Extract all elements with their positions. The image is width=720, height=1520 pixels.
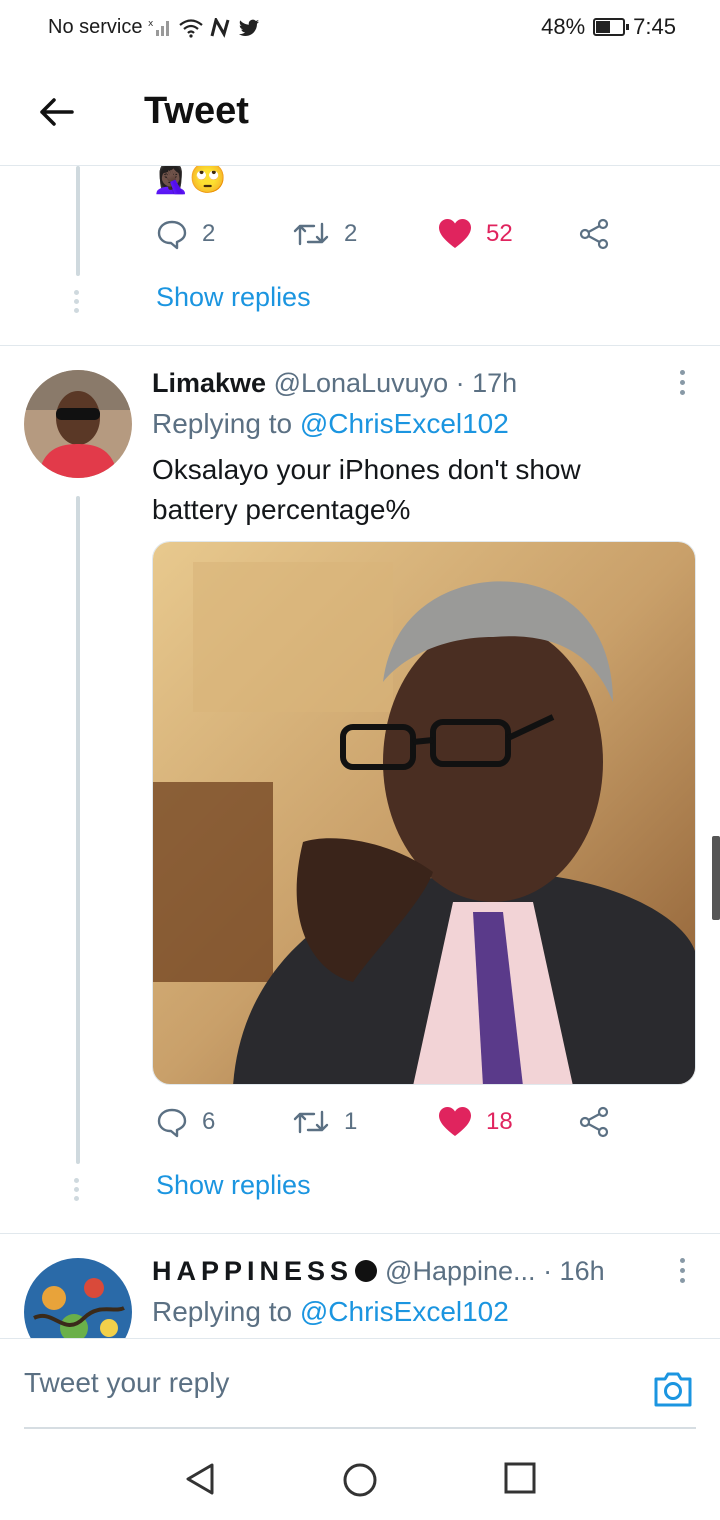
retweet-count: 1 — [344, 1108, 358, 1135]
status-left: No service x — [48, 16, 260, 39]
share-icon — [579, 218, 609, 250]
author-handle[interactable]: @Happine... — [385, 1256, 536, 1286]
retweet-icon — [293, 1110, 329, 1134]
reply-button[interactable]: 6 — [156, 1106, 215, 1138]
retweet-button[interactable]: 1 — [292, 1106, 357, 1138]
share-icon — [579, 1106, 609, 1138]
reply-icon — [157, 220, 187, 250]
tweet-author-line: Limakwe @LonaLuvuyo · 17h — [152, 368, 517, 399]
scrollbar[interactable] — [712, 836, 720, 920]
retweet-count: 2 — [344, 220, 358, 247]
tweet-author-line: HAPPINESS @Happine... · 16h — [152, 1256, 605, 1287]
reply-icon — [157, 1108, 187, 1138]
retweet-button[interactable]: 2 — [292, 218, 357, 250]
back-arrow-icon[interactable] — [34, 90, 78, 134]
tweet-text: Oksalayo your iPhones don't show battery… — [152, 454, 581, 525]
reply-button[interactable]: 2 — [156, 218, 215, 250]
like-count: 52 — [486, 220, 513, 247]
share-button[interactable] — [578, 218, 610, 250]
carrier-label: No service — [48, 16, 143, 38]
nav-back-icon[interactable] — [184, 1462, 216, 1496]
camera-icon[interactable] — [652, 1369, 694, 1409]
svg-text:x: x — [148, 19, 154, 29]
heart-filled-icon — [439, 1107, 471, 1136]
mention-link[interactable]: @ChrisExcel102 — [300, 408, 509, 439]
retweet-icon — [293, 222, 329, 246]
tweet-photo[interactable] — [152, 541, 696, 1085]
reply-composer: Tweet your reply — [0, 1338, 720, 1430]
reply-feed[interactable]: 🤦🏿‍♀️🙄 2 2 52 Show replies Limak — [0, 166, 720, 1338]
twitter-notification-icon — [239, 19, 260, 36]
thread-dots — [74, 1178, 80, 1201]
clock: 7:45 — [633, 14, 676, 39]
app-header: Tweet — [0, 56, 720, 166]
tweet-divider — [0, 345, 720, 346]
nav-home-icon[interactable] — [342, 1462, 378, 1498]
replying-prefix: Replying to — [152, 408, 300, 439]
more-options-icon[interactable] — [680, 1258, 686, 1283]
wifi-icon — [179, 18, 204, 38]
status-bar: No service x 48% 7:45 — [0, 0, 720, 56]
heart-filled-icon — [439, 219, 471, 248]
reply-count: 6 — [202, 1108, 216, 1135]
show-replies-link[interactable]: Show replies — [156, 282, 311, 313]
no-signal-icon: x — [148, 19, 170, 36]
like-button[interactable]: 52 — [438, 218, 513, 250]
thread-line — [76, 166, 80, 276]
status-right: 48% 7:45 — [541, 14, 676, 40]
reply-input[interactable]: Tweet your reply — [24, 1367, 229, 1399]
avatar[interactable] — [24, 1258, 132, 1338]
tweet-emoji: 🤦🏿‍♀️🙄 — [152, 166, 227, 195]
like-button[interactable]: 18 — [438, 1106, 513, 1138]
more-options-icon[interactable] — [680, 370, 686, 395]
thread-dots — [74, 290, 80, 313]
battery-icon — [593, 18, 630, 36]
tweet-actions: 6 1 18 — [152, 1106, 632, 1146]
author-handle[interactable]: @LonaLuvuyo — [274, 368, 449, 398]
avatar-image — [24, 1258, 132, 1338]
reply-count: 2 — [202, 220, 216, 247]
nav-recents-icon[interactable] — [504, 1462, 536, 1494]
page-title: Tweet — [144, 90, 249, 132]
author-name[interactable]: Limakwe — [152, 368, 266, 398]
tweet-time: · 17h — [455, 368, 518, 398]
input-underline — [24, 1427, 696, 1429]
tweet-time: · 16h — [543, 1256, 605, 1286]
avatar[interactable] — [24, 370, 132, 478]
black-circle-icon — [355, 1260, 378, 1282]
replying-to: Replying to @ChrisExcel102 — [152, 1296, 509, 1328]
avatar-image — [24, 370, 132, 478]
battery-percent: 48% — [541, 14, 586, 39]
thread-line — [76, 496, 80, 1164]
share-button[interactable] — [578, 1106, 610, 1138]
battery-fill — [596, 21, 610, 33]
tweet-actions: 2 2 52 — [152, 218, 632, 258]
photo-image — [153, 542, 695, 1084]
replying-to: Replying to @ChrisExcel102 — [152, 408, 509, 440]
tweet-divider — [0, 1233, 720, 1234]
author-name[interactable]: HAPPINESS — [152, 1256, 353, 1286]
mention-link[interactable]: @ChrisExcel102 — [300, 1296, 509, 1327]
nfc-icon — [211, 17, 230, 38]
replying-prefix: Replying to — [152, 1296, 300, 1327]
show-replies-link[interactable]: Show replies — [156, 1170, 311, 1201]
like-count: 18 — [486, 1108, 513, 1135]
system-nav-bar — [0, 1432, 720, 1520]
